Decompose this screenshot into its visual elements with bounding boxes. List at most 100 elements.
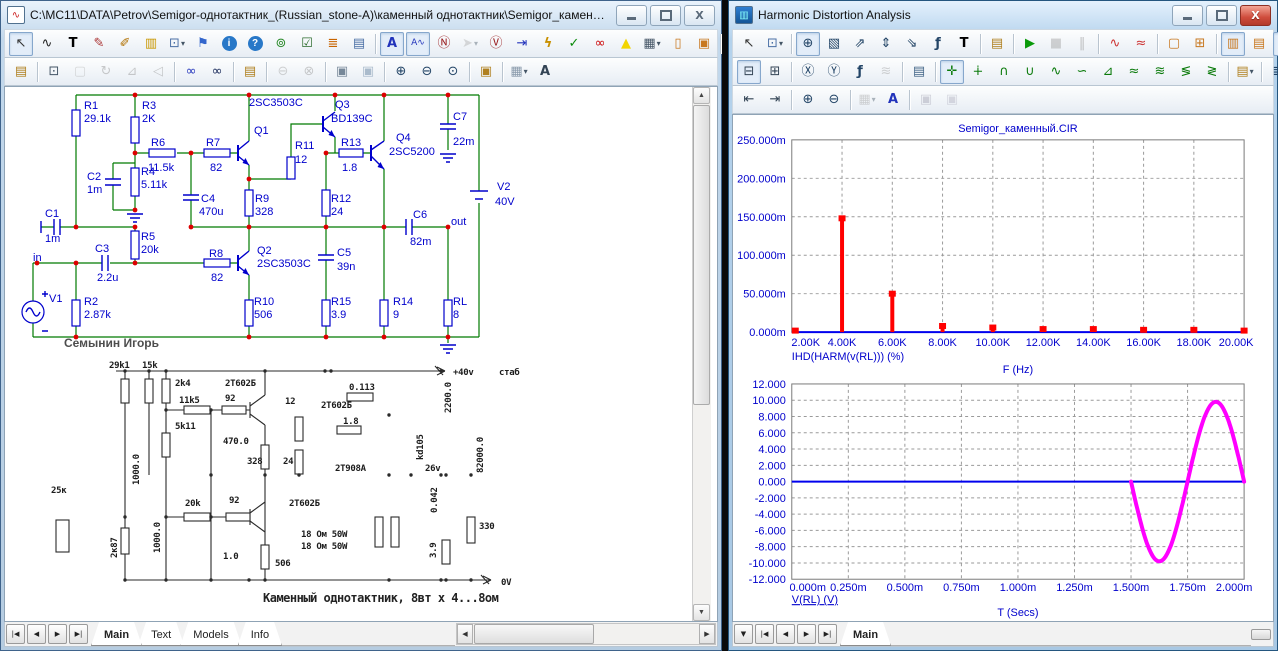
- go-to-peak-icon[interactable]: ∩: [992, 60, 1016, 84]
- find-next-icon[interactable]: ∞: [205, 60, 229, 84]
- tab-models[interactable]: Models: [180, 622, 241, 646]
- cursor-select-icon[interactable]: ✛: [940, 60, 964, 84]
- zoom-100-icon[interactable]: ⊙: [441, 60, 465, 84]
- page-nav-button[interactable]: ▼: [734, 624, 753, 644]
- page-nav-button[interactable]: |◀: [6, 624, 25, 644]
- bus-mode-icon[interactable]: ▥: [139, 32, 163, 56]
- link-mode-icon[interactable]: ⊚: [269, 32, 293, 56]
- minimize-button[interactable]: [1172, 5, 1203, 26]
- scroll-thumb[interactable]: [693, 105, 710, 405]
- zoom-out-icon[interactable]: ⊖: [822, 88, 846, 112]
- show-grid-text-icon[interactable]: A∿: [406, 32, 430, 56]
- go-to-high-icon[interactable]: ∿: [1044, 60, 1068, 84]
- fx-scale-icon[interactable]: ƒ: [848, 60, 872, 84]
- single-plot-icon[interactable]: ⊟: [737, 60, 761, 84]
- new-page-icon[interactable]: ▯: [666, 32, 690, 56]
- cursor-link-right-icon[interactable]: ⇥: [763, 88, 787, 112]
- text-mode-icon[interactable]: T: [61, 32, 85, 56]
- checklist-icon[interactable]: ☑: [295, 32, 319, 56]
- show-node-numbers-icon[interactable]: Ⓝ: [432, 32, 456, 56]
- schematic-titlebar[interactable]: ∿ C:\MC11\DATA\Petrov\Semigor-однотактни…: [4, 1, 718, 29]
- x-axis-scale-icon[interactable]: Ⓧ: [796, 60, 820, 84]
- attributes-dialog-icon[interactable]: ▤: [9, 60, 33, 84]
- scroll-down-arrow[interactable]: ▼: [693, 604, 710, 621]
- shape-picker-icon[interactable]: ⊡▾: [763, 32, 787, 56]
- analysis-plots[interactable]: Semigor_каменный.CIR250.000m200.000m150.…: [733, 115, 1273, 627]
- send-to-back-icon[interactable]: ▣: [356, 60, 380, 84]
- zoom-x-mode-icon[interactable]: ⇗: [848, 32, 872, 56]
- page-properties-icon[interactable]: ▣: [692, 32, 716, 56]
- minimize-button[interactable]: [616, 5, 647, 26]
- select-tool-icon[interactable]: ↖: [9, 32, 33, 56]
- wire-mode-icon[interactable]: ∿: [35, 32, 59, 56]
- select-area-icon[interactable]: ⊡: [42, 60, 66, 84]
- show-node-voltages-icon[interactable]: Ⓥ: [484, 32, 508, 56]
- numeric-output-icon[interactable]: ≣: [1266, 60, 1278, 84]
- bottom-curve-icon[interactable]: ≷: [1200, 60, 1224, 84]
- hscroll-thumb[interactable]: [474, 624, 594, 644]
- tab-text[interactable]: Text: [138, 622, 184, 646]
- page-nav-button[interactable]: ▶: [48, 624, 67, 644]
- find-icon[interactable]: ∞: [179, 60, 203, 84]
- flag-mode-icon[interactable]: ⚑: [191, 32, 215, 56]
- close-button[interactable]: X: [684, 5, 715, 26]
- go-to-global-low-icon[interactable]: ≋: [1148, 60, 1172, 84]
- formula-mode-icon[interactable]: ƒ: [926, 32, 950, 56]
- panel-main-icon[interactable]: ▤: [1247, 32, 1271, 56]
- select-tool-icon[interactable]: ↖: [737, 32, 761, 56]
- horizontal-scrollbar[interactable]: ◀ ▶: [456, 623, 716, 645]
- page-nav-button[interactable]: ▶: [797, 624, 816, 644]
- page-nav-button[interactable]: ◀: [27, 624, 46, 644]
- page-preview-icon[interactable]: ▣: [474, 60, 498, 84]
- bring-to-front-icon[interactable]: ▣: [330, 60, 354, 84]
- help-mode-icon[interactable]: ?: [243, 32, 267, 56]
- scroll-left-arrow[interactable]: ◀: [457, 624, 473, 644]
- top-curve-icon[interactable]: ≶: [1174, 60, 1198, 84]
- select-region-icon[interactable]: ▢: [1162, 32, 1186, 56]
- cursor-link-left-icon[interactable]: ⇤: [737, 88, 761, 112]
- analysis-titlebar[interactable]: ▥ Harmonic Distortion Analysis X: [732, 1, 1274, 29]
- restore-button[interactable]: [1206, 5, 1237, 26]
- page-nav-button[interactable]: ▶|: [818, 624, 837, 644]
- y-axis-scale-icon[interactable]: Ⓨ: [822, 60, 846, 84]
- design-notes-icon[interactable]: ▤: [347, 32, 371, 56]
- vertical-scrollbar[interactable]: ▲ ▼: [692, 87, 711, 621]
- close-button[interactable]: X: [1240, 5, 1271, 26]
- plot-properties-icon[interactable]: ▤: [907, 60, 931, 84]
- schematic-canvas[interactable]: R129.1kR32K2SC3503CQ1Q3BD139CR611.5kR782…: [5, 87, 692, 626]
- plot-grid-icon[interactable]: ⊞: [763, 60, 787, 84]
- font-icon[interactable]: A: [533, 60, 557, 84]
- show-conditions-icon[interactable]: ✓: [562, 32, 586, 56]
- cursor-next-point-icon[interactable]: ∔: [966, 60, 990, 84]
- show-pin-connections-icon[interactable]: ∞: [588, 32, 612, 56]
- thd-plot-icon[interactable]: ∿: [1103, 32, 1127, 56]
- zoom-out-icon[interactable]: ⊖: [415, 60, 439, 84]
- splitter-handle[interactable]: [1251, 629, 1271, 640]
- scale-mode-icon[interactable]: ⊕: [796, 32, 820, 56]
- page-nav-button[interactable]: |◀: [755, 624, 774, 644]
- tab-main[interactable]: Main: [91, 622, 142, 646]
- restore-button[interactable]: [650, 5, 681, 26]
- panel-left-icon[interactable]: ▥: [1221, 32, 1245, 56]
- cursor-mode-icon[interactable]: ▧: [822, 32, 846, 56]
- zoom-y-mode-icon[interactable]: ⇕: [874, 32, 898, 56]
- graphics-mode-icon[interactable]: ✎: [87, 32, 111, 56]
- go-to-low-icon[interactable]: ∽: [1070, 60, 1094, 84]
- zoom-both-mode-icon[interactable]: ⇘: [900, 32, 924, 56]
- show-power-icon[interactable]: ϟ: [536, 32, 560, 56]
- zoom-region-icon[interactable]: ⊞: [1188, 32, 1212, 56]
- page-nav-button[interactable]: ▶|: [69, 624, 88, 644]
- panel-split-icon[interactable]: ▥: [1273, 32, 1278, 56]
- go-to-valley-icon[interactable]: ∪: [1018, 60, 1042, 84]
- picture-probe-icon[interactable]: ✐: [113, 32, 137, 56]
- show-currents-icon[interactable]: ⇥: [510, 32, 534, 56]
- scroll-up-arrow[interactable]: ▲: [693, 87, 710, 104]
- zoom-in-icon[interactable]: ⊕: [389, 60, 413, 84]
- clipboard-copy-icon[interactable]: ▤▾: [1233, 60, 1257, 84]
- shape-picker-icon[interactable]: ⊡▾: [165, 32, 189, 56]
- go-to-inflection-icon[interactable]: ⊿: [1096, 60, 1120, 84]
- grid-layout-icon[interactable]: ▦▾: [507, 60, 531, 84]
- find-in-files-icon[interactable]: ▤: [238, 60, 262, 84]
- show-attribute-text-icon[interactable]: A: [380, 32, 404, 56]
- info-mode-icon[interactable]: i: [217, 32, 241, 56]
